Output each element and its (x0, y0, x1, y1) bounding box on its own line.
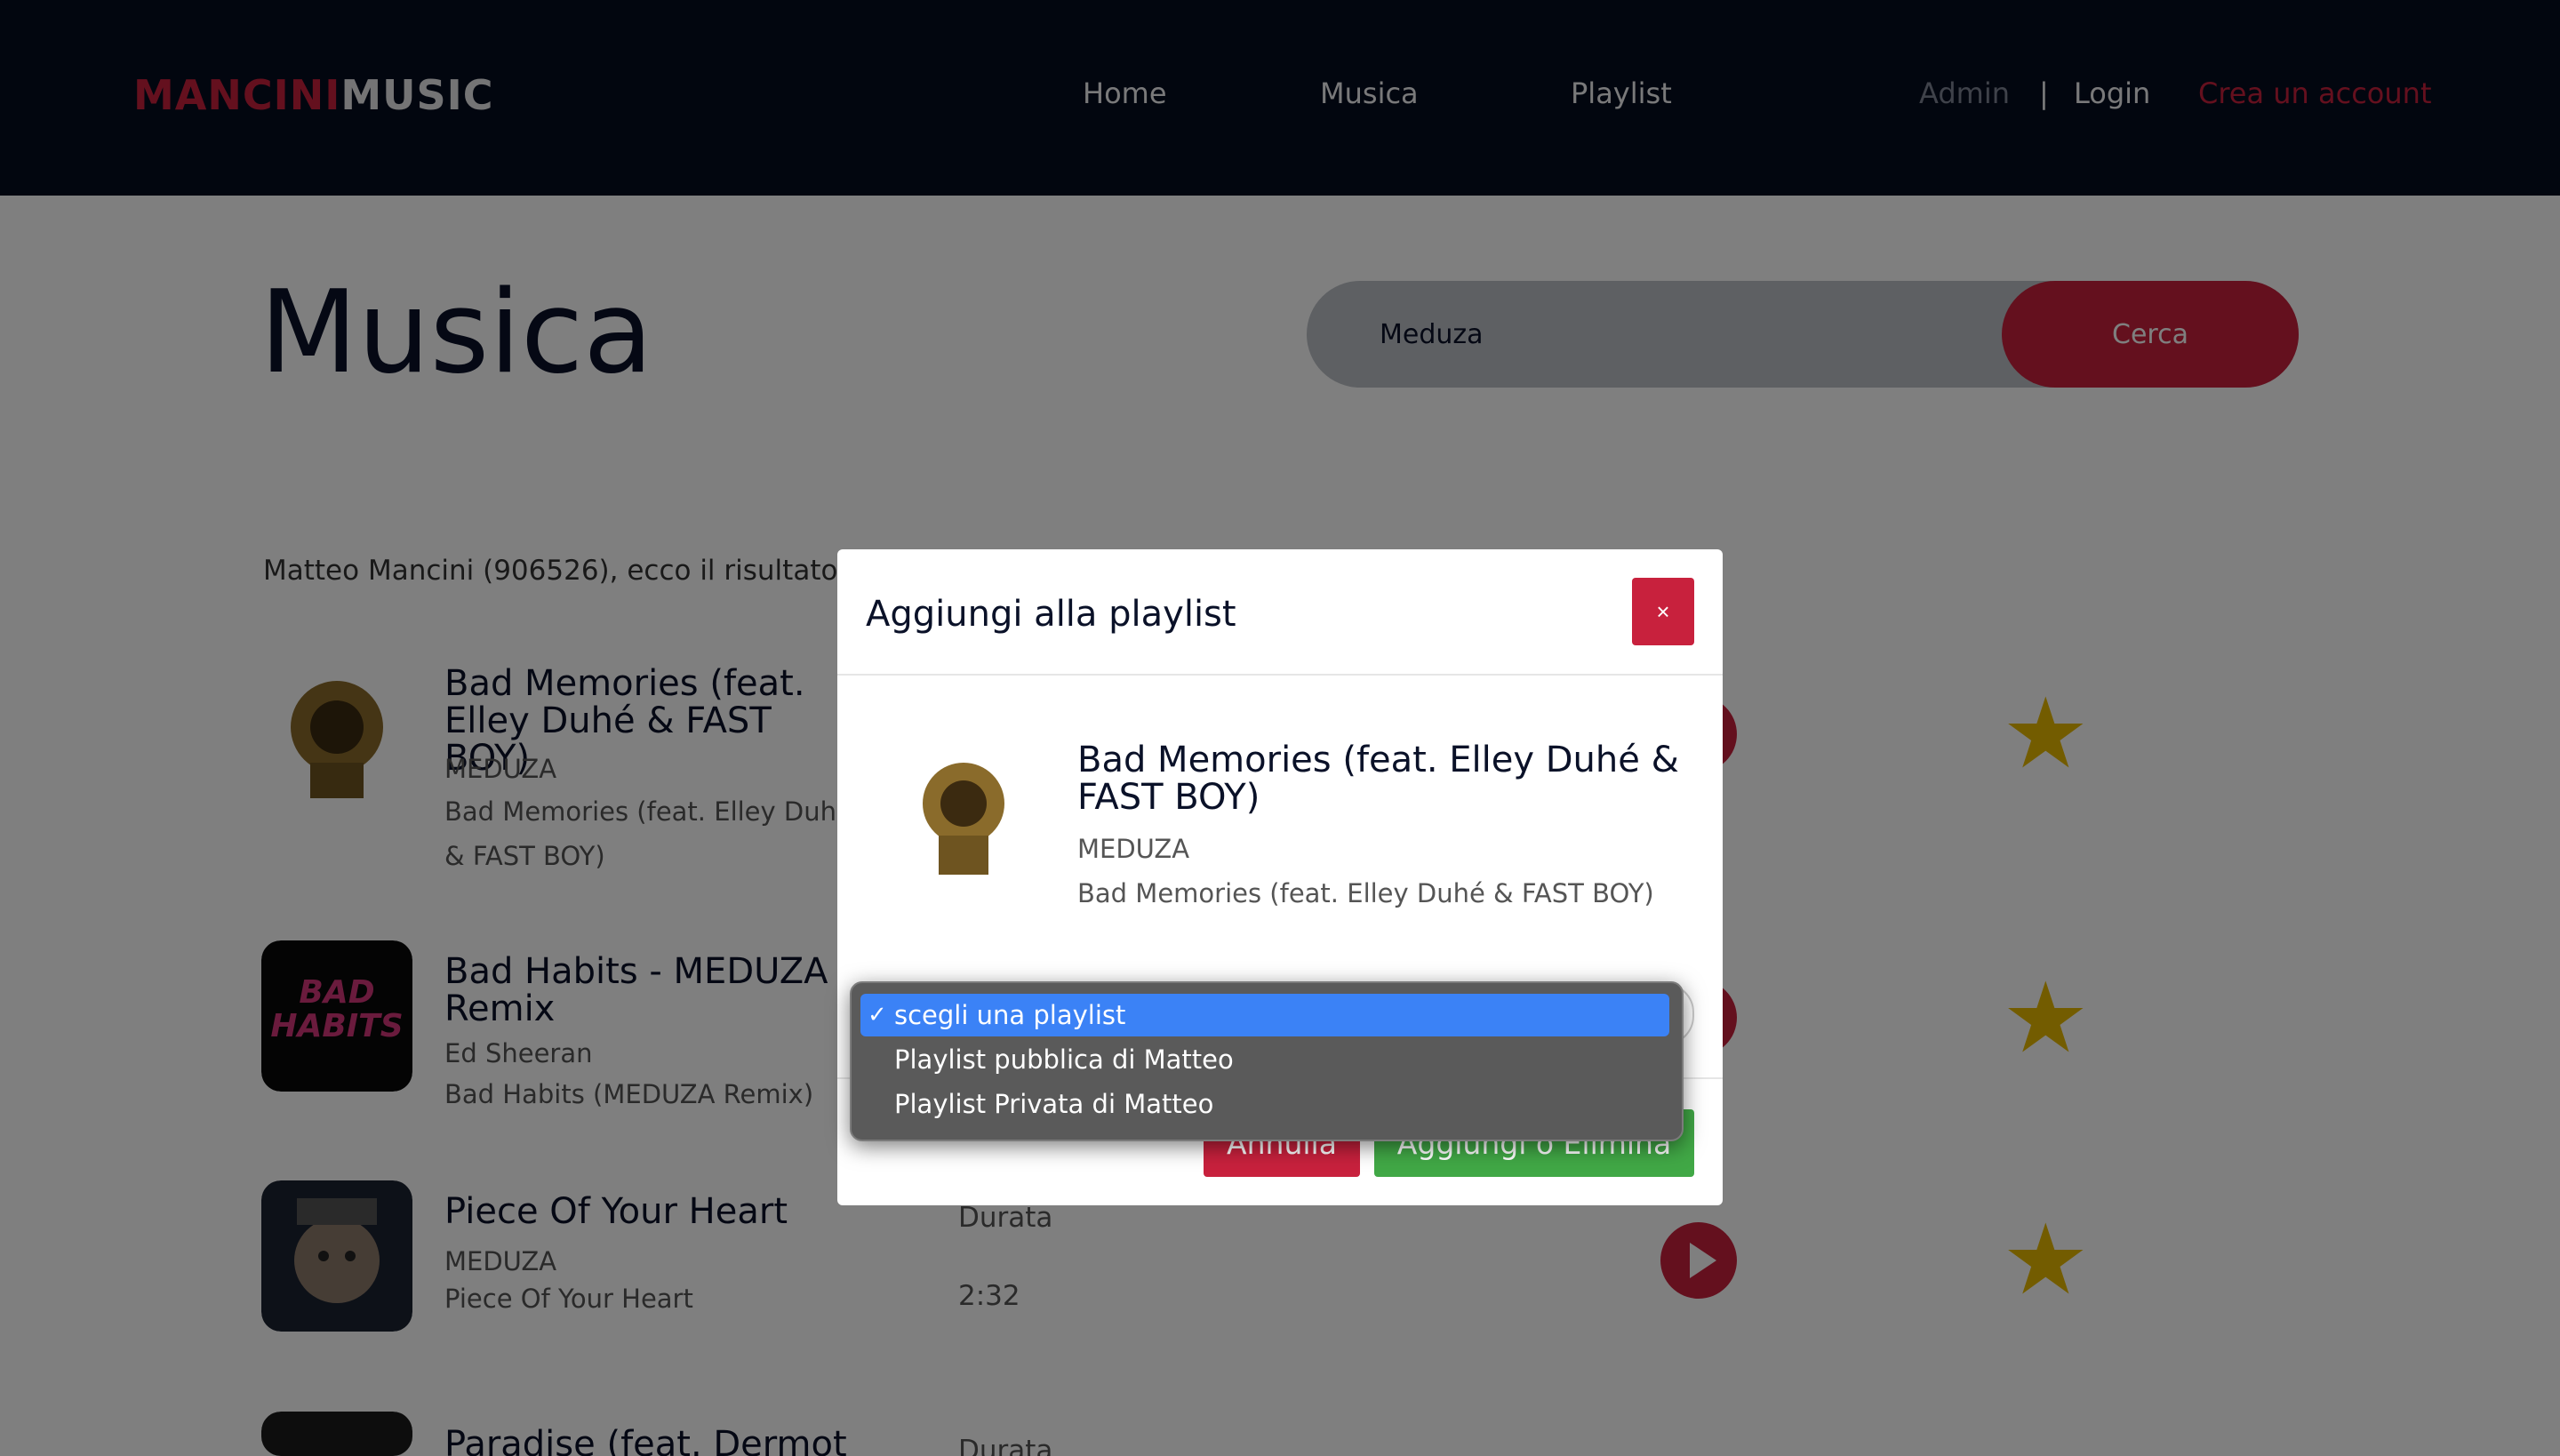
check-icon: ✓ (868, 1002, 887, 1028)
close-icon[interactable]: × (1632, 578, 1694, 645)
album-cover-image (894, 736, 1028, 885)
modal-song-title: Bad Memories (feat. Elley Duhé & FAST BO… (1077, 740, 1679, 818)
dropdown-option[interactable]: Playlist Privata di Matteo (860, 1083, 1669, 1125)
dropdown-option[interactable]: ✓ scegli una playlist (860, 994, 1669, 1036)
modal-divider (837, 674, 1723, 676)
dropdown-option[interactable]: Playlist pubblica di Matteo (860, 1038, 1669, 1081)
modal-title: Aggiungi alla playlist (866, 594, 1236, 635)
playlist-dropdown-menu: ✓ scegli una playlist Playlist pubblica … (850, 981, 1684, 1141)
modal-song-album: Bad Memories (feat. Elley Duhé & FAST BO… (1077, 878, 1654, 908)
modal-song-artist: MEDUZA (1077, 834, 1190, 864)
